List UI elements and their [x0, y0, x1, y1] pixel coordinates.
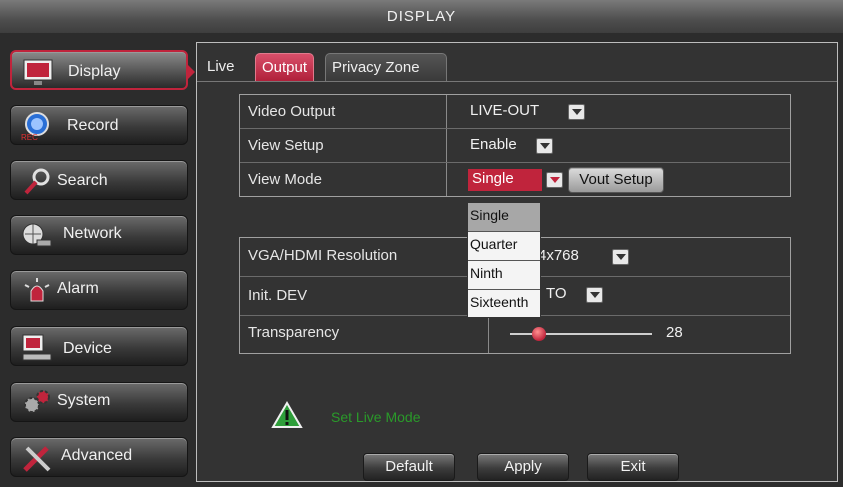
vout-setup-button[interactable]: Vout Setup	[568, 167, 664, 193]
sidebar-item-alarm[interactable]: Alarm	[10, 270, 188, 310]
status-message: Set Live Mode	[331, 409, 421, 425]
device-icon	[21, 331, 53, 363]
sidebar-item-display[interactable]: Display	[10, 50, 195, 90]
tools-icon	[21, 442, 53, 474]
sidebar-item-label: Record	[67, 117, 119, 134]
default-button[interactable]: Default	[363, 453, 455, 481]
transparency-value: 28	[666, 324, 683, 341]
sidebar-item-label: Advanced	[61, 447, 133, 464]
divider	[488, 316, 489, 353]
sidebar-item-network[interactable]: Network	[10, 215, 188, 255]
monitor-icon	[22, 56, 54, 88]
init-dev-label: Init. DEV	[248, 287, 308, 304]
window-title: DISPLAY	[0, 0, 843, 34]
view-mode-options-list: Single Quarter Ninth Sixteenth	[467, 202, 541, 318]
sidebar-item-label: System	[57, 392, 111, 409]
divider	[446, 95, 447, 128]
sidebar-item-advanced[interactable]: Advanced	[10, 437, 188, 477]
apply-button[interactable]: Apply	[477, 453, 569, 481]
divider	[446, 163, 447, 196]
tab-divider	[197, 81, 837, 82]
sidebar-item-label: Network	[63, 225, 122, 242]
video-output-value: LIVE-OUT	[470, 102, 540, 119]
transparency-label: Transparency	[248, 324, 340, 341]
view-mode-dropdown[interactable]	[546, 172, 563, 188]
sidebar-item-system[interactable]: System	[10, 382, 188, 422]
view-mode-option-single[interactable]: Single	[468, 203, 540, 232]
view-setup-label: View Setup	[248, 137, 324, 154]
view-setup-row: View Setup Enable	[240, 129, 790, 163]
sidebar-item-label: Display	[68, 63, 121, 80]
init-dev-value: TO	[546, 285, 567, 302]
network-icon	[21, 220, 53, 252]
transparency-row: Transparency 28	[240, 316, 790, 353]
sidebar: Display Record REC Search Network Alarm …	[8, 46, 195, 486]
view-mode-option-sixteenth[interactable]: Sixteenth	[468, 290, 540, 319]
tab-privacy-zone[interactable]: Privacy Zone	[325, 53, 447, 81]
vga-resolution-label: VGA/HDMI Resolution	[248, 247, 398, 264]
sidebar-item-label: Alarm	[57, 280, 99, 297]
view-mode-label: View Mode	[248, 171, 322, 188]
sidebar-item-search[interactable]: Search	[10, 160, 188, 200]
divider	[446, 129, 447, 162]
gears-icon	[21, 387, 53, 419]
view-mode-select[interactable]: Single	[468, 169, 542, 191]
tab-output[interactable]: Output	[255, 53, 315, 81]
magnifier-icon	[21, 165, 53, 197]
video-output-dropdown[interactable]	[568, 104, 585, 120]
video-output-row: Video Output LIVE-OUT	[240, 95, 790, 129]
sidebar-item-record[interactable]: Record REC	[10, 105, 188, 145]
sidebar-item-label: Search	[57, 172, 108, 189]
output-settings-group: Video Output LIVE-OUT View Setup Enable …	[239, 94, 791, 197]
view-mode-option-ninth[interactable]: Ninth	[468, 261, 540, 290]
exit-button[interactable]: Exit	[587, 453, 679, 481]
alarm-icon	[21, 275, 53, 307]
view-setup-dropdown[interactable]	[536, 138, 553, 154]
init-dev-dropdown[interactable]	[586, 287, 603, 303]
vga-resolution-dropdown[interactable]	[612, 249, 629, 265]
view-mode-option-quarter[interactable]: Quarter	[468, 232, 540, 261]
vga-resolution-value: 4x768	[538, 247, 579, 264]
sidebar-item-device[interactable]: Device	[10, 326, 188, 366]
tab-live[interactable]: Live	[201, 53, 241, 81]
warning-icon	[271, 401, 303, 434]
transparency-slider-knob[interactable]	[532, 327, 546, 341]
video-output-label: Video Output	[248, 103, 336, 120]
view-mode-row: View Mode Single Vout Setup	[240, 163, 790, 197]
sidebar-item-label: Device	[63, 340, 112, 357]
rec-tag: REC	[21, 133, 38, 142]
view-setup-value: Enable	[470, 136, 517, 153]
